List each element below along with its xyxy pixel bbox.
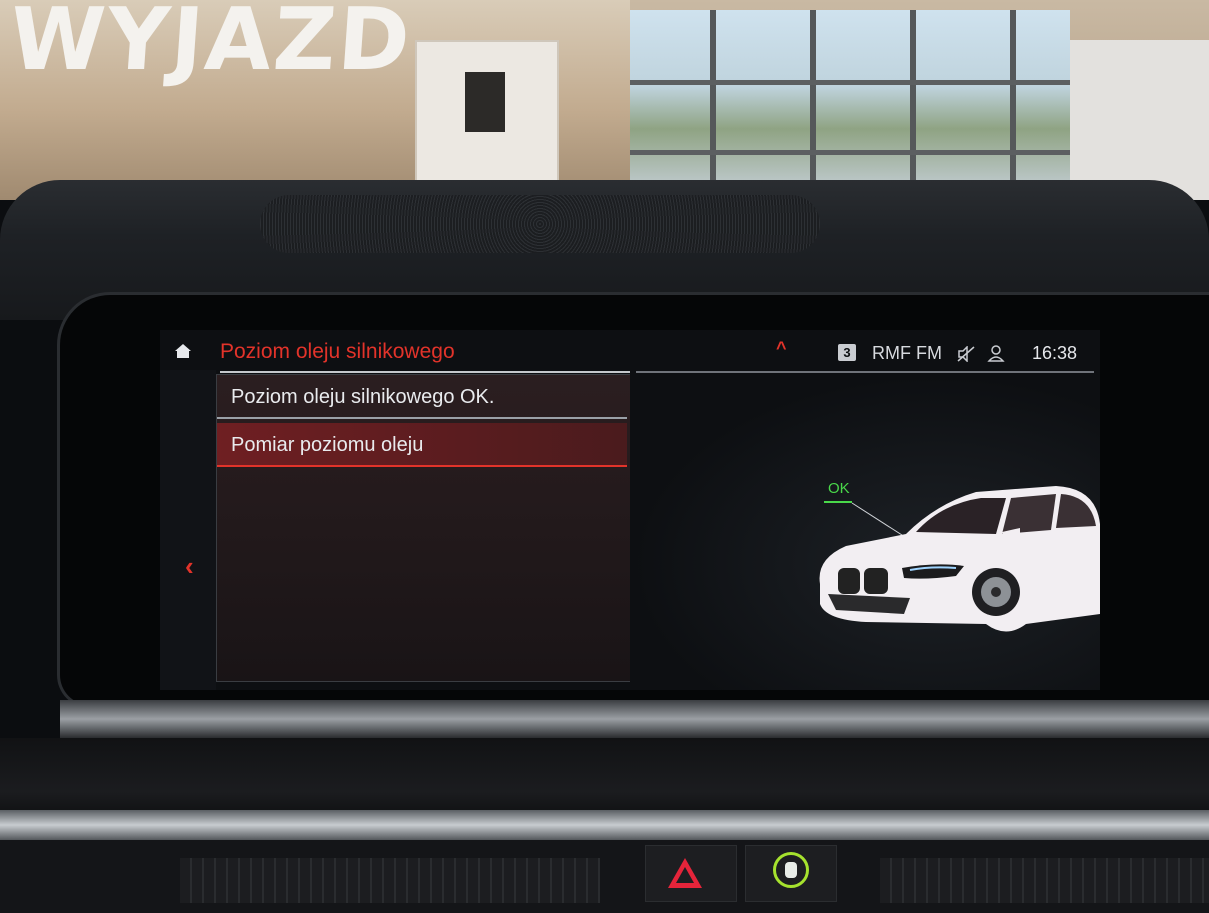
radio-station[interactable]: RMF FM	[872, 343, 942, 364]
home-icon[interactable]	[174, 342, 192, 360]
left-nav-rail: ‹	[160, 370, 216, 690]
parking-assist-icon	[773, 852, 809, 888]
parking-assist-button[interactable]	[745, 845, 837, 902]
window-view	[630, 10, 1070, 180]
car-icon	[819, 486, 1100, 632]
air-vent-right[interactable]	[880, 858, 1209, 903]
top-bar: Poziom oleju silnikowego ^ 3 RMF FM 16:3…	[160, 330, 1100, 374]
title-divider	[220, 371, 630, 373]
radio-preset-badge: 3	[838, 344, 856, 361]
menu-item-measure-oil-level[interactable]: Pomiar poziomu oleju	[217, 423, 627, 467]
parking-garage-background: WYJAZD	[0, 0, 1209, 200]
status-divider	[636, 371, 1094, 373]
building	[1070, 40, 1209, 200]
clock: 16:38	[1032, 343, 1078, 363]
hazard-button[interactable]	[645, 845, 737, 902]
hazard-icon	[668, 858, 702, 888]
air-vent-left[interactable]	[180, 858, 600, 903]
menu-item-oil-level-ok[interactable]: Poziom oleju silnikowego OK.	[217, 375, 627, 419]
speaker-grille	[260, 195, 820, 253]
chrome-trim	[60, 700, 1209, 738]
back-chevron-icon[interactable]: ‹	[185, 553, 194, 579]
mute-icon	[957, 346, 975, 362]
user-profile-icon[interactable]	[987, 344, 1005, 362]
up-caret-icon[interactable]: ^	[776, 338, 787, 359]
exit-sign: WYJAZD	[6, 0, 415, 90]
vehicle-status-panel: OK	[630, 374, 1100, 690]
garage-door	[415, 40, 559, 194]
lower-chrome-trim	[0, 810, 1209, 840]
page-title: Poziom oleju silnikowego	[220, 340, 455, 363]
idrive-screen: Poziom oleju silnikowego ^ 3 RMF FM 16:3…	[160, 330, 1100, 690]
menu-list: Poziom oleju silnikowego OK. Pomiar pozi…	[216, 374, 632, 682]
